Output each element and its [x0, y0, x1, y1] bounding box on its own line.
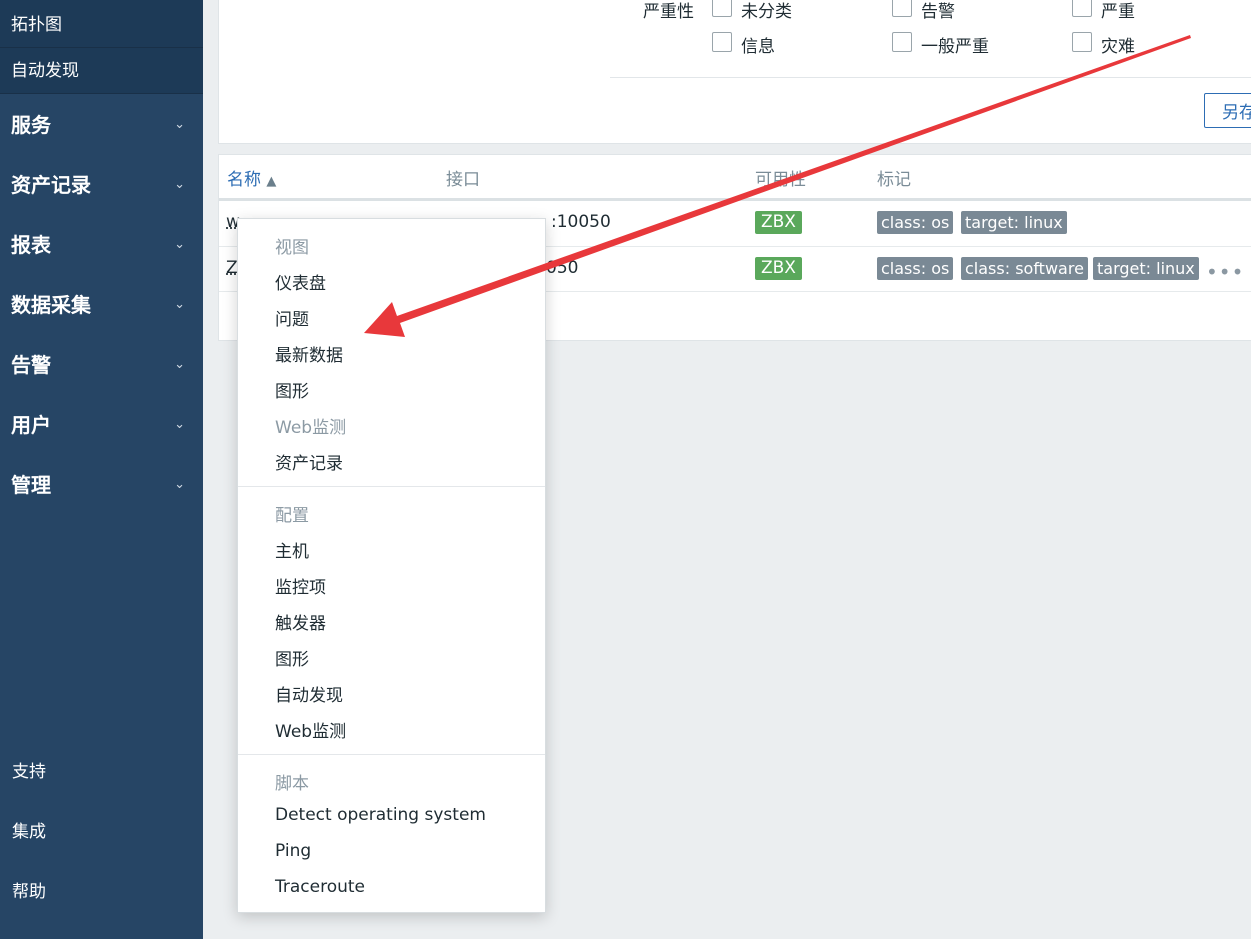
sidebar-support-link[interactable]: 支持 [12, 757, 46, 782]
chevron-down-icon: ⌄ [174, 237, 185, 252]
table-header-border [219, 198, 1251, 201]
severity-option-label: 信息 [741, 37, 775, 57]
sidebar-item-label: 数据采集 [11, 293, 91, 317]
column-header-name[interactable]: 名称 ▲ [227, 165, 276, 190]
sidebar-integrations-link[interactable]: 集成 [12, 817, 46, 842]
sidebar-item-label: 资产记录 [11, 173, 91, 197]
menu-item-traceroute[interactable]: Traceroute [275, 877, 365, 897]
menu-separator [238, 486, 545, 487]
menu-item-graphs[interactable]: 图形 [275, 377, 309, 402]
host-interface: :10050 [551, 212, 611, 232]
tag-badge: target: linux [1093, 257, 1199, 280]
severity-checkbox-average[interactable] [892, 32, 912, 52]
menu-item-triggers[interactable]: 触发器 [275, 609, 326, 634]
sidebar-item-users[interactable]: 用户 ⌄ [0, 395, 203, 455]
menu-section-config-header: 配置 [275, 506, 309, 526]
severity-option-label: 一般严重 [921, 37, 989, 57]
host-interface: 050 [546, 258, 579, 278]
sidebar-subitem-discovery[interactable]: 自动发现 [0, 48, 203, 94]
severity-option-label: 未分类 [741, 2, 792, 22]
tag-badge: target: linux [961, 211, 1067, 234]
sidebar: 拓扑图 自动发现 服务 ⌄ 资产记录 ⌄ 报表 ⌄ 数据采集 ⌄ 告警 ⌄ 用户… [0, 0, 203, 939]
chevron-down-icon: ⌄ [174, 477, 185, 492]
severity-option-label: 告警 [921, 2, 955, 22]
menu-item-dashboards[interactable]: 仪表盘 [275, 269, 326, 294]
sidebar-item-label: 报表 [11, 233, 51, 257]
host-name-link[interactable]: Z [226, 258, 238, 278]
tag-badge: class: software [961, 257, 1088, 280]
menu-section-view-header: 视图 [275, 238, 309, 258]
sidebar-item-label: 用户 [11, 413, 51, 437]
severity-checkbox-not-classified[interactable] [712, 0, 732, 17]
sidebar-item-label: 告警 [11, 353, 51, 377]
sidebar-item-reports[interactable]: 报表 ⌄ [0, 215, 203, 275]
menu-item-ping[interactable]: Ping [275, 841, 311, 861]
chevron-down-icon: ⌄ [174, 417, 185, 432]
menu-item-detect-os[interactable]: Detect operating system [275, 805, 486, 825]
sidebar-item-inventory[interactable]: 资产记录 ⌄ [0, 155, 203, 215]
column-header-interface: 接口 [446, 170, 480, 190]
filter-divider [610, 77, 1251, 78]
availability-badge[interactable]: ZBX [755, 211, 802, 234]
menu-item-latest-data[interactable]: 最新数据 [275, 341, 343, 366]
menu-section-scripts-header: 脚本 [275, 774, 309, 794]
availability-badge[interactable]: ZBX [755, 257, 802, 280]
menu-separator [238, 754, 545, 755]
sidebar-item-administration[interactable]: 管理 ⌄ [0, 455, 203, 515]
sidebar-item-data-collection[interactable]: 数据采集 ⌄ [0, 275, 203, 335]
sidebar-item-services[interactable]: 服务 ⌄ [0, 95, 203, 155]
sidebar-help-link[interactable]: 帮助 [12, 877, 46, 902]
chevron-down-icon: ⌄ [174, 297, 185, 312]
menu-item-web-disabled: Web监测 [275, 418, 347, 438]
menu-item-items[interactable]: 监控项 [275, 573, 326, 598]
column-header-tags: 标记 [877, 170, 911, 190]
severity-checkbox-high[interactable] [1072, 0, 1092, 17]
filter-panel [218, 0, 1251, 144]
host-context-menu: 视图 仪表盘 问题 最新数据 图形 Web监测 资产记录 配置 主机 监控项 触… [237, 218, 546, 913]
menu-item-discovery[interactable]: 自动发现 [275, 681, 343, 706]
sidebar-subitem-topology[interactable]: 拓扑图 [0, 0, 203, 48]
tag-badge: class: os [877, 257, 954, 280]
sidebar-item-label: 服务 [11, 113, 51, 137]
menu-item-host[interactable]: 主机 [275, 537, 309, 562]
sort-ascending-icon: ▲ [266, 174, 277, 189]
chevron-down-icon: ⌄ [174, 177, 185, 192]
chevron-down-icon: ⌄ [174, 117, 185, 132]
column-header-label: 名称 [227, 170, 261, 190]
chevron-down-icon: ⌄ [174, 357, 185, 372]
severity-checkbox-information[interactable] [712, 32, 732, 52]
tag-badge: class: os [877, 211, 954, 234]
save-as-button[interactable]: 另存 [1204, 93, 1251, 128]
severity-option-label: 灾难 [1101, 37, 1135, 57]
menu-item-inventory[interactable]: 资产记录 [275, 449, 343, 474]
severity-label: 严重性 [643, 2, 694, 22]
severity-checkbox-disaster[interactable] [1072, 32, 1092, 52]
column-header-availability: 可用性 [755, 170, 806, 190]
sidebar-item-label: 管理 [11, 473, 51, 497]
severity-option-label: 严重 [1101, 2, 1135, 22]
more-horizontal-icon[interactable]: ••• [1206, 260, 1244, 284]
severity-checkbox-warning[interactable] [892, 0, 912, 17]
menu-item-problems[interactable]: 问题 [275, 305, 309, 330]
sidebar-item-alerts[interactable]: 告警 ⌄ [0, 335, 203, 395]
menu-item-web-config[interactable]: Web监测 [275, 717, 346, 742]
menu-item-config-graphs[interactable]: 图形 [275, 645, 309, 670]
